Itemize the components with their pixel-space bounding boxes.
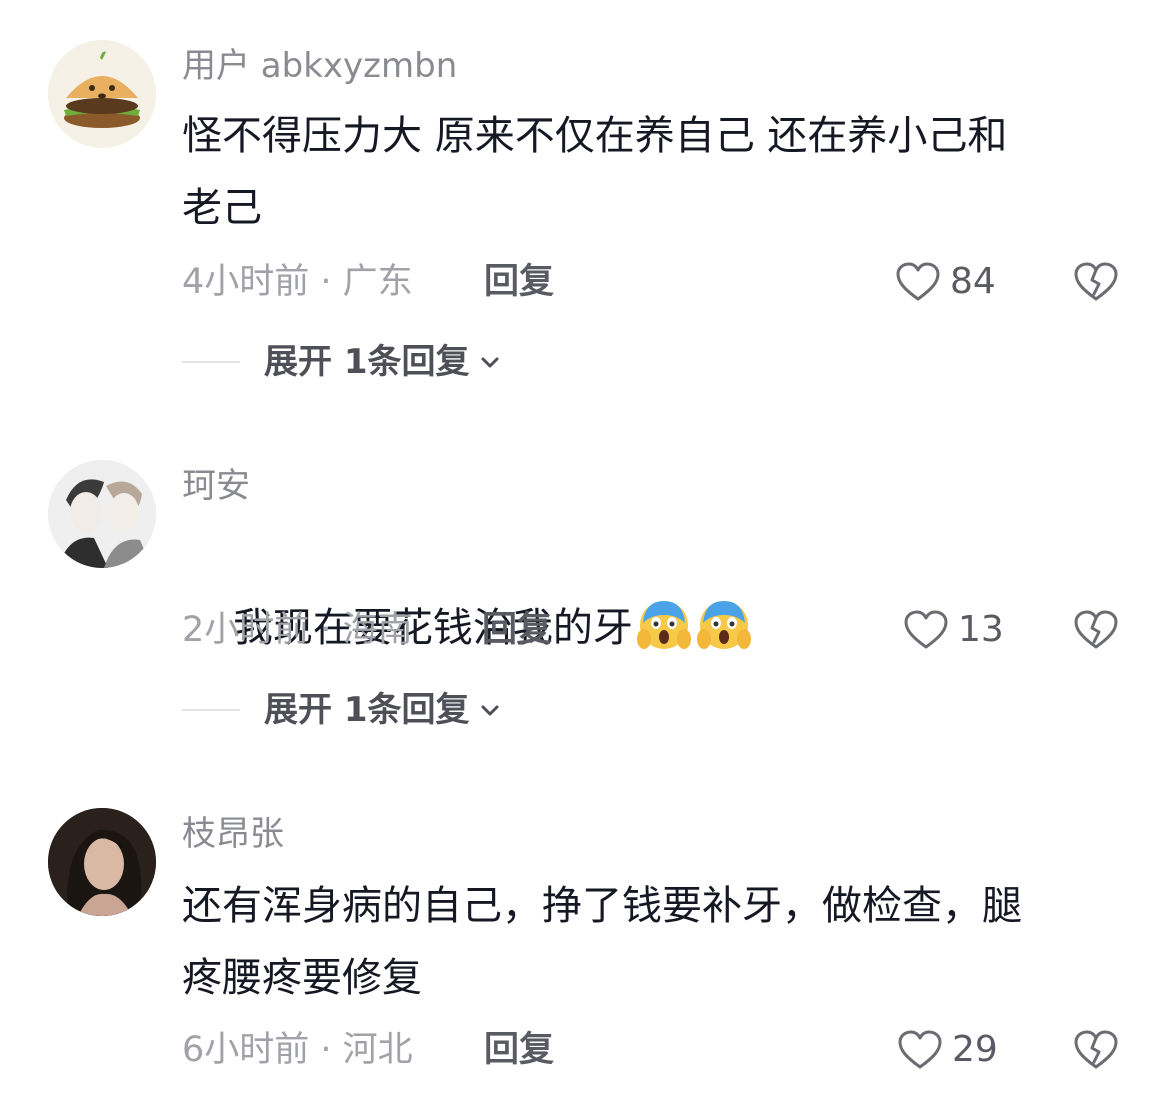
username[interactable]: 用户 abkxyzmbn xyxy=(182,44,457,88)
username[interactable]: 珂安 xyxy=(182,464,250,508)
dislike-button[interactable] xyxy=(1072,606,1120,654)
chevron-down-icon xyxy=(481,705,498,716)
photo-avatar-icon xyxy=(48,808,156,916)
user-avatar[interactable] xyxy=(48,808,156,916)
reply-button[interactable]: 回复 xyxy=(482,608,552,652)
user-avatar[interactable] xyxy=(48,40,156,148)
broken-heart-icon xyxy=(1074,1030,1118,1069)
like-count: 84 xyxy=(950,261,996,302)
scream-emoji-icon xyxy=(696,601,751,649)
burger-avatar-icon xyxy=(48,40,156,148)
comment-time-location: 4小时前 · 广东 xyxy=(182,262,413,302)
broken-heart-icon xyxy=(1074,262,1118,301)
expand-replies-button[interactable]: 展开 1条回复 xyxy=(182,340,502,384)
expand-replies-button[interactable]: 展开 1条回复 xyxy=(182,688,502,732)
broken-heart-icon xyxy=(1074,610,1118,649)
username[interactable]: 枝昂张 xyxy=(182,812,284,856)
divider-line xyxy=(182,361,240,363)
reply-button[interactable]: 回复 xyxy=(484,1028,554,1072)
comment-time-location: 6小时前 · 河北 xyxy=(182,1030,413,1070)
expand-replies-label: 展开 1条回复 xyxy=(264,342,470,382)
comment-text: 还有浑身病的自己，挣了钱要补牙，做检查，腿 疼腰疼要修复 xyxy=(182,883,1022,1001)
user-avatar[interactable] xyxy=(48,460,156,568)
anime-avatar-icon xyxy=(48,460,156,568)
expand-replies-label: 展开 1条回复 xyxy=(264,690,470,730)
like-count: 13 xyxy=(958,609,1004,650)
chevron-down-icon xyxy=(481,357,498,368)
comment-text: 怪不得压力大 原来不仅在养自己 还在养小己和 老己 xyxy=(182,113,1008,231)
like-button[interactable]: 13 xyxy=(902,606,1004,654)
like-button[interactable]: 84 xyxy=(894,258,996,306)
dislike-button[interactable] xyxy=(1072,258,1120,306)
divider-line xyxy=(182,709,240,711)
comment-time-location: 2小时前 · 海南 xyxy=(182,610,413,650)
like-count: 29 xyxy=(952,1029,998,1070)
heart-icon xyxy=(896,262,940,301)
heart-icon xyxy=(898,1030,942,1069)
scream-emoji-icon xyxy=(636,601,691,649)
dislike-button[interactable] xyxy=(1072,1026,1120,1074)
like-button[interactable]: 29 xyxy=(896,1026,998,1074)
heart-icon xyxy=(904,610,948,649)
reply-button[interactable]: 回复 xyxy=(484,260,554,304)
